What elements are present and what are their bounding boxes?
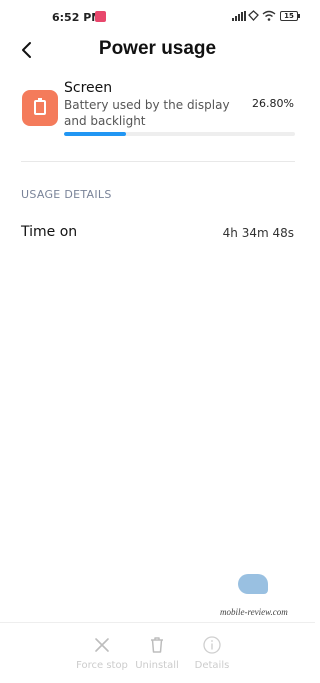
bottom-action-bar: Force stop Uninstall Details bbox=[0, 622, 315, 683]
detail-row-time-on: Time on 4h 34m 48s bbox=[0, 222, 315, 246]
divider bbox=[21, 161, 295, 162]
data-indicator-icon bbox=[248, 10, 259, 21]
usage-name: Screen bbox=[64, 80, 113, 96]
usage-description: Battery used by the display and backligh… bbox=[64, 98, 230, 128]
status-bar: 6:52 PM 15 bbox=[0, 0, 315, 34]
usage-percent: 26.80% bbox=[252, 97, 294, 110]
detail-value: 4h 34m 48s bbox=[222, 226, 294, 240]
watermark-text: mobile-review.com bbox=[220, 607, 288, 617]
trash-icon bbox=[151, 637, 163, 653]
usage-progress-fill bbox=[64, 132, 126, 136]
watermark-logo-icon bbox=[238, 574, 268, 594]
signal-icon bbox=[232, 11, 246, 21]
details-label: Details bbox=[194, 660, 230, 671]
screen-battery-icon bbox=[22, 90, 58, 126]
details-button[interactable]: Details bbox=[177, 635, 247, 671]
app-notification-icon bbox=[95, 11, 106, 22]
battery-icon: 15 bbox=[280, 11, 300, 21]
usage-entry-screen: Screen Battery used by the display and b… bbox=[0, 78, 315, 148]
section-title-usage-details: USAGE DETAILS bbox=[21, 188, 112, 201]
watermark: mobile-review.com bbox=[220, 572, 290, 622]
detail-label: Time on bbox=[21, 224, 78, 240]
usage-progress-bar bbox=[64, 132, 295, 136]
close-icon bbox=[95, 638, 109, 652]
info-icon bbox=[203, 636, 221, 654]
page-title: Power usage bbox=[98, 38, 217, 59]
wifi-icon bbox=[262, 10, 276, 21]
